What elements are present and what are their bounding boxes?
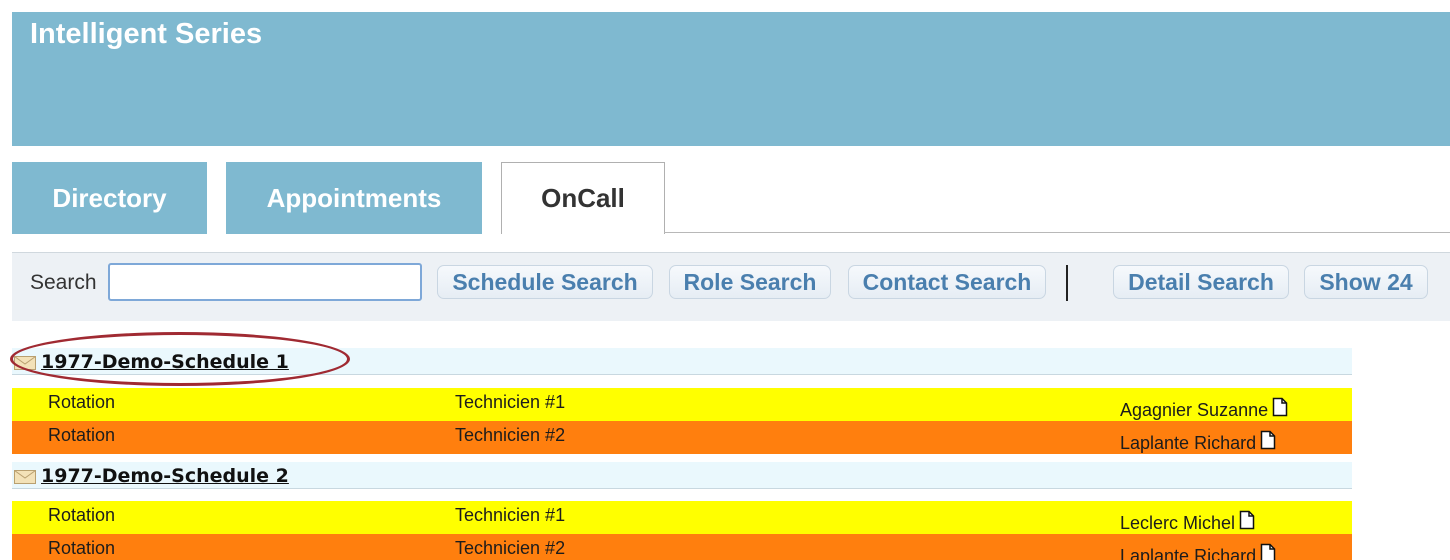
schedule-title-link[interactable]: 1977-Demo-Schedule 2 — [41, 465, 289, 487]
search-toolbar: Search Schedule Search Role Search Conta… — [12, 252, 1450, 321]
schedule-title-link[interactable]: 1977-Demo-Schedule 1 — [41, 351, 289, 373]
app-header: Intelligent Series — [12, 12, 1450, 146]
table-row: Rotation Technicien #1 Agagnier Suzanne — [12, 388, 1352, 421]
role-search-button[interactable]: Role Search — [669, 265, 831, 299]
schedule-header: 1977-Demo-Schedule 1 — [12, 348, 1352, 375]
detail-search-button[interactable]: Detail Search — [1113, 265, 1289, 299]
toolbar-separator — [1066, 265, 1068, 301]
document-icon[interactable] — [1260, 543, 1276, 560]
document-icon[interactable] — [1260, 430, 1276, 450]
technician-cell: Technicien #2 — [455, 425, 566, 445]
tab-directory[interactable]: Directory — [12, 162, 207, 234]
contact-search-button[interactable]: Contact Search — [848, 265, 1046, 299]
search-label: Search — [30, 271, 97, 294]
role-cell: Rotation — [48, 425, 116, 445]
contact-cell: Laplante Richard — [1120, 543, 1276, 560]
schedule-header: 1977-Demo-Schedule 2 — [12, 462, 1352, 489]
app-title: Intelligent Series — [30, 18, 263, 50]
tab-oncall[interactable]: OnCall — [501, 162, 665, 234]
contact-cell: Agagnier Suzanne — [1120, 397, 1288, 421]
contact-name: Laplante Richard — [1120, 433, 1257, 453]
technician-cell: Technicien #1 — [455, 505, 566, 525]
role-cell: Rotation — [48, 392, 116, 412]
table-row: Rotation Technicien #2 Laplante Richard — [12, 534, 1352, 560]
contact-name: Leclerc Michel — [1120, 513, 1236, 533]
document-icon[interactable] — [1272, 397, 1288, 417]
search-input[interactable] — [108, 263, 422, 301]
tab-appointments[interactable]: Appointments — [226, 162, 482, 234]
contact-cell: Laplante Richard — [1120, 430, 1276, 454]
contact-name: Agagnier Suzanne — [1120, 400, 1269, 420]
contact-cell: Leclerc Michel — [1120, 510, 1255, 534]
envelope-icon — [14, 470, 36, 484]
table-row: Rotation Technicien #1 Leclerc Michel — [12, 501, 1352, 534]
document-icon[interactable] — [1239, 510, 1255, 530]
tab-bar-divider — [664, 232, 1450, 233]
technician-cell: Technicien #1 — [455, 392, 566, 412]
technician-cell: Technicien #2 — [455, 538, 566, 558]
envelope-icon — [14, 356, 36, 370]
schedule-header-rule — [12, 488, 1352, 489]
role-cell: Rotation — [48, 505, 116, 525]
role-cell: Rotation — [48, 538, 116, 558]
table-row: Rotation Technicien #2 Laplante Richard — [12, 421, 1352, 454]
show-24-button[interactable]: Show 24 — [1304, 265, 1428, 299]
schedule-search-button[interactable]: Schedule Search — [437, 265, 653, 299]
schedule-header-rule — [12, 374, 1352, 375]
contact-name: Laplante Richard — [1120, 546, 1257, 560]
